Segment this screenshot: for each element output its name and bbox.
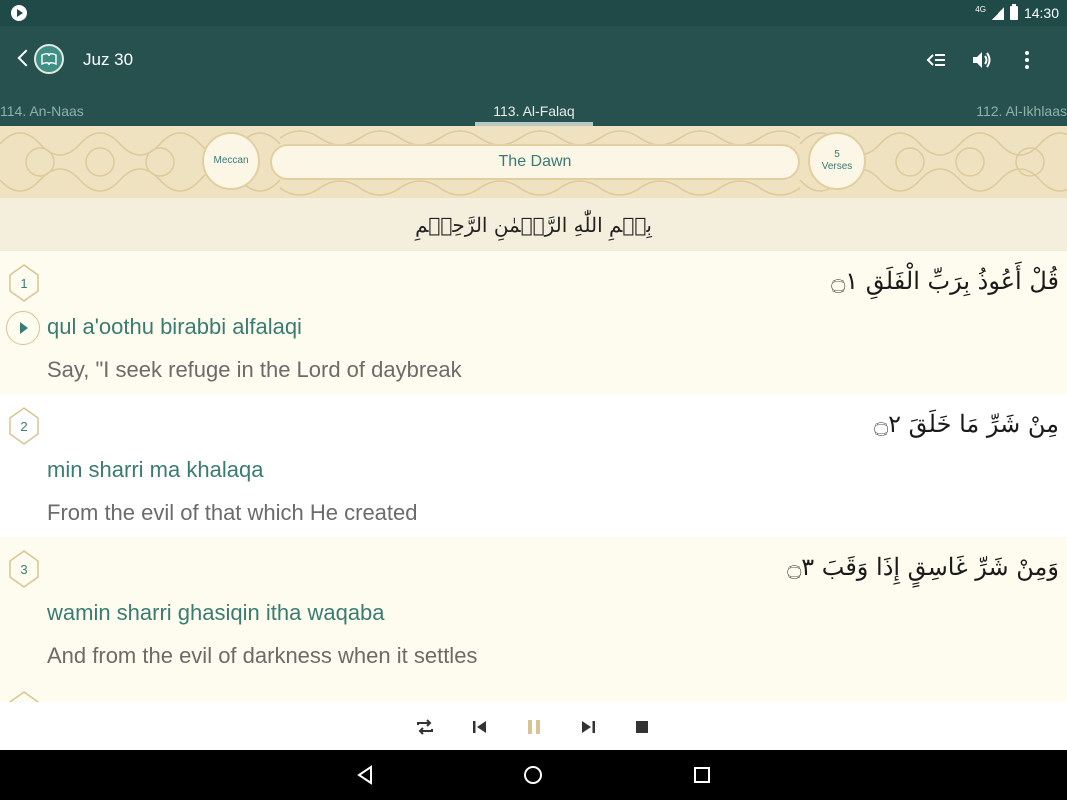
nav-recents-icon[interactable] xyxy=(692,765,712,785)
verse-number-badge: 1 xyxy=(7,263,41,303)
surah-name-banner: The Dawn xyxy=(270,144,800,180)
quran-book-icon xyxy=(41,53,57,66)
tab-current-surah[interactable]: 113. Al-Falaq xyxy=(475,103,593,119)
surah-header: Meccan The Dawn 5 Verses xyxy=(0,126,1067,198)
verse-arabic: قُلْ أَعُوذُ بِرَبِّ الْفَلَقِ ۝١ xyxy=(831,267,1059,295)
pause-icon[interactable] xyxy=(523,716,545,738)
next-icon[interactable] xyxy=(577,716,599,738)
signal-icon xyxy=(991,6,1004,20)
verse-row-partial[interactable] xyxy=(0,680,1067,702)
previous-icon[interactable] xyxy=(469,716,491,738)
verse-translation: And from the evil of darkness when it se… xyxy=(47,643,478,668)
verse-translation: Say, "I seek refuge in the Lord of daybr… xyxy=(47,357,462,382)
app-logo[interactable] xyxy=(34,44,64,74)
revelation-badge: Meccan xyxy=(202,132,260,190)
verse-number-badge: 2 xyxy=(7,406,41,446)
audio-player-bar xyxy=(0,702,1067,750)
network-type: 4G xyxy=(975,4,986,14)
verse-row[interactable]: 1 قُلْ أَعُوذُ بِرَبِّ الْفَلَقِ ۝١ qul … xyxy=(0,251,1067,394)
verse-number-badge: 3 xyxy=(7,549,41,589)
verse-arabic: مِنْ شَرِّ مَا خَلَقَ ۝٢ xyxy=(874,410,1059,438)
play-verse-button[interactable] xyxy=(6,311,40,345)
verse-arabic: وَمِنْ شَرِّ غَاسِقٍ إِذَا وَقَبَ ۝٣ xyxy=(787,553,1059,581)
verse-row[interactable]: 3 وَمِنْ شَرِّ غَاسِقٍ إِذَا وَقَبَ ۝٣ w… xyxy=(0,537,1067,680)
verse-transliteration: min sharri ma khalaqa xyxy=(47,457,264,482)
repeat-icon[interactable] xyxy=(414,716,436,738)
surah-name: The Dawn xyxy=(498,153,572,170)
nav-home-icon[interactable] xyxy=(523,765,543,785)
clock: 14:30 xyxy=(1023,5,1059,21)
verse-row[interactable]: 2 مِنْ شَرِّ مَا خَلَقَ ۝٢ min sharri ma… xyxy=(0,394,1067,537)
nav-back-icon[interactable] xyxy=(355,765,375,785)
verse-number-badge xyxy=(9,691,39,702)
volume-icon[interactable] xyxy=(970,48,994,72)
verse-translation: From the evil of that which He created xyxy=(47,500,418,525)
verse-count: 5 xyxy=(834,149,840,160)
view-mode-icon[interactable] xyxy=(924,48,948,72)
verse-transliteration: qul a'oothu birabbi alfalaqi xyxy=(47,314,302,339)
status-bar: 4G 14:30 xyxy=(0,0,1067,26)
system-navigation-bar xyxy=(0,750,1067,800)
back-icon[interactable] xyxy=(17,49,35,67)
app-bar: Juz 30 114. An-Naas 113. Al-Falaq 112. A… xyxy=(0,26,1067,126)
verses-label: Verses xyxy=(821,161,853,172)
stop-icon[interactable] xyxy=(631,716,653,738)
verse-number: 2 xyxy=(20,418,28,434)
verse-count-badge: 5 Verses xyxy=(808,132,866,190)
verse-number: 1 xyxy=(20,275,28,291)
verse-number: 3 xyxy=(20,561,28,577)
revelation-label: Meccan xyxy=(213,155,249,166)
bismillah: بِسۡمِ اللّٰهِ الرَّحۡمٰنِ الرَّحِيۡمِ xyxy=(0,198,1067,251)
more-options-icon[interactable] xyxy=(1015,48,1039,72)
tab-prev-surah[interactable]: 114. An-Naas xyxy=(0,103,84,119)
juz-title: Juz 30 xyxy=(83,50,134,69)
media-notification-icon xyxy=(11,5,27,21)
battery-icon xyxy=(1009,4,1018,20)
tab-next-surah[interactable]: 112. Al-Ikhlaas xyxy=(976,103,1067,119)
surah-tabs: 114. An-Naas 113. Al-Falaq 112. Al-Ikhla… xyxy=(0,100,1067,126)
verse-transliteration: wamin sharri ghasiqin itha waqaba xyxy=(47,600,385,625)
